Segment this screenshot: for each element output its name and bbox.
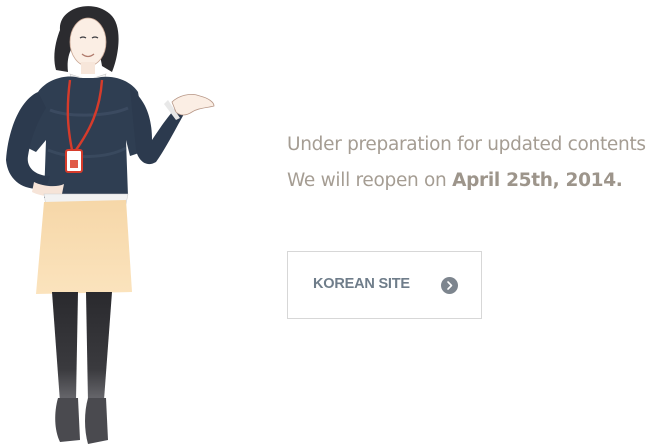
- woman-presenting-illustration: [6, 6, 215, 444]
- korean-site-label: KOREAN SITE: [313, 276, 410, 292]
- korean-site-button[interactable]: KOREAN SITE: [287, 251, 482, 319]
- chevron-right-circle-icon: [441, 277, 458, 294]
- notice-line-1: Under preparation for updated contents: [287, 134, 646, 155]
- page: Under preparation for updated contents W…: [0, 0, 660, 448]
- reopen-date: April 25th, 2014.: [452, 170, 623, 191]
- reopen-prefix: We will reopen on: [287, 170, 453, 191]
- notice-line-2: We will reopen on April 25th, 2014.: [287, 168, 623, 194]
